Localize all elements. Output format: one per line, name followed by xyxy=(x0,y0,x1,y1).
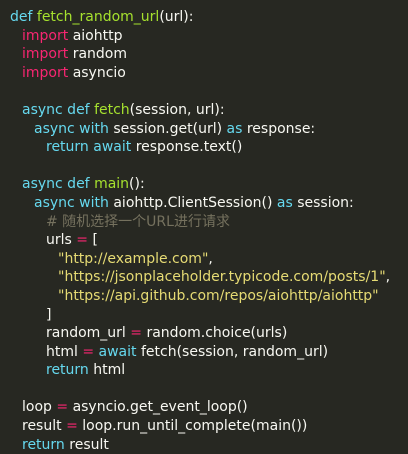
variable: loop xyxy=(22,399,52,416)
keyword-await: await xyxy=(98,343,137,360)
keyword-import: import xyxy=(22,46,69,63)
module-name: aiohttp xyxy=(72,27,123,44)
code-line-11: async with aiohttp.ClientSession() as se… xyxy=(10,194,408,213)
string-literal: "https://jsonplaceholder.typicode.com/po… xyxy=(58,269,386,286)
code-line-17: ] xyxy=(10,306,408,325)
keyword-as: as xyxy=(226,120,243,137)
operator: = xyxy=(66,418,78,435)
expression: fetch(session, random_url) xyxy=(140,343,329,360)
function-name: fetch xyxy=(94,101,130,118)
code-line-22: loop = asyncio.get_event_loop() xyxy=(10,398,408,417)
comment: # 随机选择一个URL进行请求 xyxy=(46,213,230,230)
keyword-as: as xyxy=(276,194,293,211)
expression: aiohttp.ClientSession() xyxy=(113,194,273,211)
operator: = xyxy=(76,232,88,249)
code-line-4: import asyncio xyxy=(10,64,408,83)
expression: asyncio.get_event_loop() xyxy=(72,399,248,416)
variable: urls xyxy=(46,232,72,249)
code-line-16: "https://api.github.com/repos/aiohttp/ai… xyxy=(10,287,408,306)
code-line-14: "http://example.com", xyxy=(10,250,408,269)
code-line-2: import aiohttp xyxy=(10,27,408,46)
variable: response: xyxy=(246,120,316,137)
params: (url): xyxy=(159,9,194,25)
module-name: asyncio xyxy=(72,64,126,81)
comma: , xyxy=(208,250,213,267)
code-line-6: async def fetch(session, url): xyxy=(10,101,408,120)
bracket: [ xyxy=(92,232,98,249)
expression: random.choice(urls) xyxy=(146,325,288,342)
code-line-13: urls = [ xyxy=(10,231,408,250)
keyword-async-def: async def xyxy=(22,176,90,193)
operator: = xyxy=(130,325,143,342)
params: (): xyxy=(129,176,145,193)
code-line-18: random_url = random.choice(urls) xyxy=(10,324,408,343)
keyword-import: import xyxy=(22,27,69,44)
variable: html xyxy=(93,362,126,379)
variable: result xyxy=(22,418,62,435)
expression: session.get(url) xyxy=(113,120,223,137)
function-name: fetch_random_url xyxy=(36,9,160,25)
variable: html xyxy=(46,343,78,360)
code-line-1: def fetch_random_url(url): xyxy=(10,8,408,27)
code-line-10: async def main(): xyxy=(10,175,408,194)
code-line-8: return await response.text() xyxy=(10,138,408,157)
variable: random_url xyxy=(46,325,126,342)
keyword-return: return xyxy=(46,362,89,379)
code-line-23: result = loop.run_until_complete(main()) xyxy=(10,417,408,436)
code-line-19: html = await fetch(session, random_url) xyxy=(10,343,408,362)
code-line-12: # 随机选择一个URL进行请求 xyxy=(10,213,408,232)
keyword-async-with: async with xyxy=(34,120,109,137)
variable: session: xyxy=(297,194,354,211)
expression: loop.run_until_complete(main()) xyxy=(82,418,308,435)
code-line-3: import random xyxy=(10,45,408,64)
operator: = xyxy=(82,343,95,360)
code-line-15: "https://jsonplaceholder.typicode.com/po… xyxy=(10,268,408,287)
module-name: random xyxy=(72,46,127,63)
code-line-24: return result xyxy=(10,436,408,454)
string-literal: "https://api.github.com/repos/aiohttp/ai… xyxy=(58,287,379,304)
code-line-20: return html xyxy=(10,361,408,380)
code-line-7: async with session.get(url) as response: xyxy=(10,120,408,139)
keyword-import: import xyxy=(22,64,69,81)
bracket: ] xyxy=(46,306,52,323)
keyword-def: def xyxy=(10,9,33,25)
keyword-return: return xyxy=(22,436,65,453)
string-literal: "http://example.com" xyxy=(58,250,209,267)
keyword-return-await: return await xyxy=(46,139,132,156)
expression: response.text() xyxy=(135,139,243,156)
code-editor[interactable]: def fetch_random_url(url): import aiohtt… xyxy=(0,0,408,453)
comma: , xyxy=(385,269,391,286)
keyword-async-with: async with xyxy=(34,194,109,211)
keyword-async-def: async def xyxy=(22,101,90,118)
function-name: main xyxy=(94,176,130,193)
params: (session, url): xyxy=(129,101,225,118)
variable: result xyxy=(69,436,109,453)
operator: = xyxy=(56,399,69,416)
